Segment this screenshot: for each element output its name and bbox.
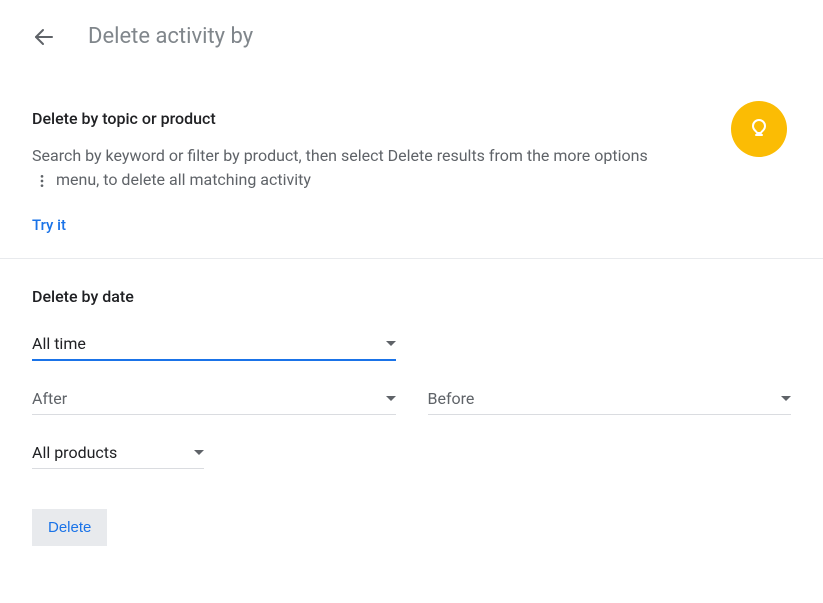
date-section: Delete by date All time After Before All…: [0, 259, 823, 546]
header: Delete activity by: [0, 0, 823, 73]
try-it-link[interactable]: Try it: [32, 216, 66, 234]
caret-down-icon: [194, 450, 204, 456]
product-select[interactable]: All products: [32, 443, 204, 469]
caret-down-icon: [781, 396, 791, 402]
topic-description: Search by keyword or filter by product, …: [32, 144, 652, 192]
topic-desc-before: Search by keyword or filter by product, …: [32, 146, 648, 165]
after-date-select[interactable]: After: [32, 389, 396, 415]
topic-heading: Delete by topic or product: [32, 109, 707, 128]
caret-down-icon: [386, 396, 396, 402]
date-range-value: All time: [32, 334, 86, 353]
delete-button[interactable]: Delete: [32, 509, 107, 546]
before-date-select[interactable]: Before: [428, 389, 792, 415]
after-date-label: After: [32, 389, 67, 408]
back-button[interactable]: [32, 25, 56, 49]
arrow-back-icon: [32, 25, 56, 49]
date-heading: Delete by date: [32, 287, 791, 306]
topic-desc-after: menu, to delete all matching activity: [56, 170, 311, 189]
topic-section: Delete by topic or product Search by key…: [0, 109, 823, 234]
more-vert-icon: [34, 173, 50, 189]
product-select-value: All products: [32, 443, 117, 462]
lightbulb-icon: [747, 117, 771, 141]
tip-button[interactable]: [731, 101, 787, 157]
caret-down-icon: [386, 341, 396, 347]
before-date-label: Before: [428, 389, 475, 408]
date-range-select[interactable]: All time: [32, 334, 396, 361]
page-title: Delete activity by: [88, 24, 253, 49]
